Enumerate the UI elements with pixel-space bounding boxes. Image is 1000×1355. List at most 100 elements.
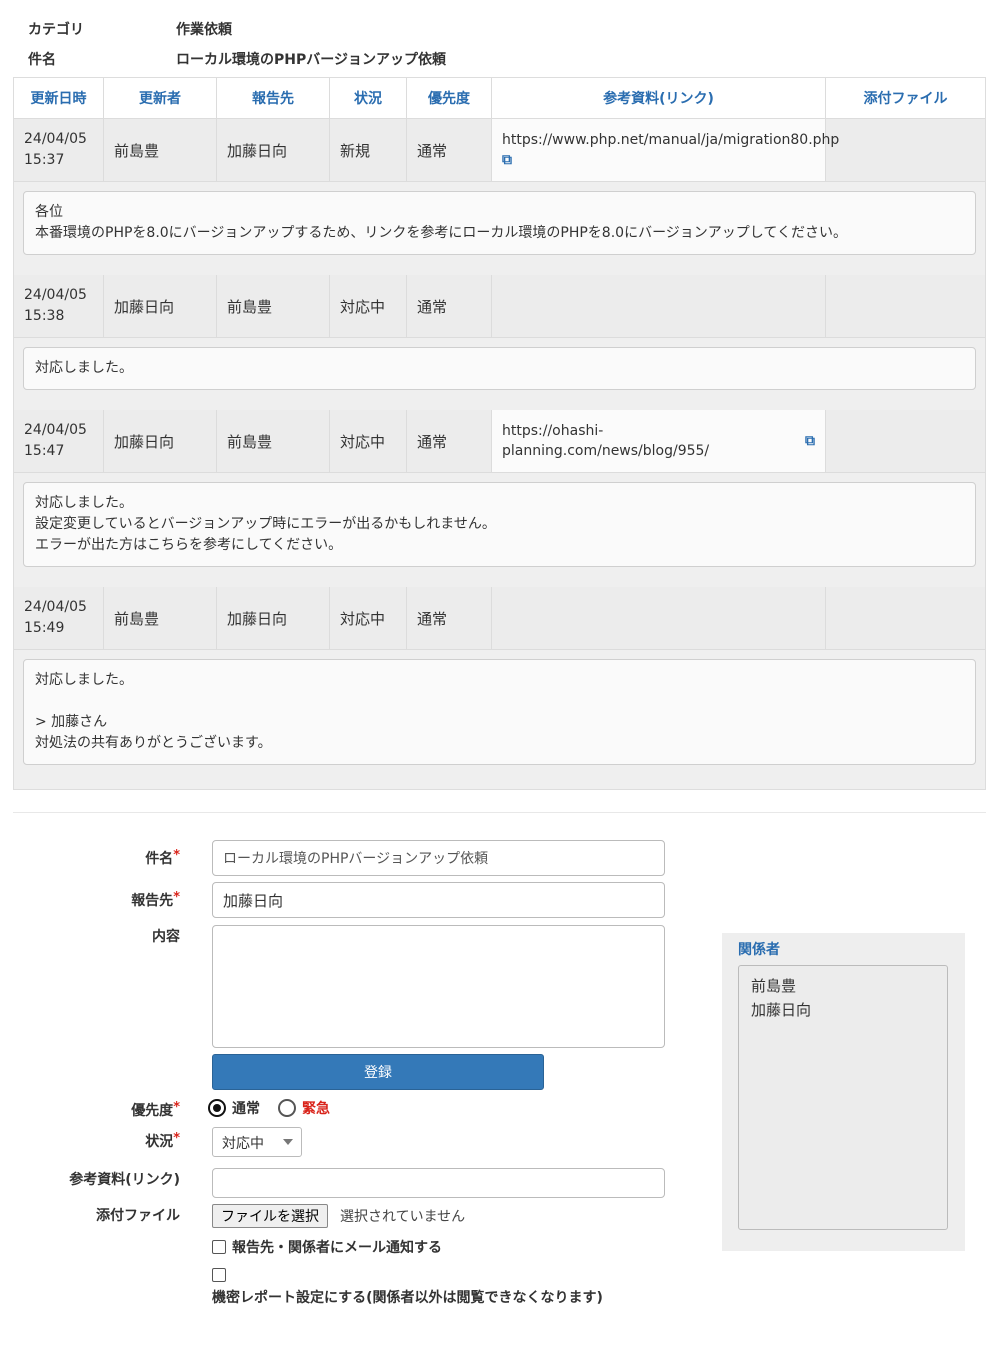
form-priority-label: 優先度* (0, 1100, 180, 1120)
entry-date: 24/04/05 (24, 599, 87, 615)
ticket-meta: カテゴリ 作業依頼 件名 ローカル環境のPHPバージョンアップ依頼 (28, 14, 446, 74)
entry-datetime: 24/04/05 15:37 (14, 119, 104, 181)
related-member: 加藤日向 (751, 1001, 812, 1019)
entry-reference-link: https://www.php.net/manual/ja/migration8… (492, 119, 839, 181)
notify-label[interactable]: 報告先・関係者にメール通知する (232, 1237, 442, 1257)
reference-link[interactable]: https://www.php.net/manual/ja/migration8… (502, 132, 839, 148)
entry-attachment (826, 410, 985, 472)
priority-normal-label[interactable]: 通常 (232, 1098, 260, 1118)
table-row: 24/04/05 15:47 加藤日向 前島豊 対応中 通常 https://o… (14, 410, 985, 473)
chevron-down-icon (283, 1139, 293, 1145)
entry-report-to: 加藤日向 (217, 119, 330, 181)
comment-wrapper: 対応しました。 (14, 338, 985, 410)
header-reference-link[interactable]: 参考資料(リンク) (492, 78, 826, 118)
notify-checkbox[interactable] (212, 1240, 226, 1254)
content-textarea[interactable] (212, 925, 665, 1048)
entry-updater: 加藤日向 (104, 275, 217, 337)
report-to-input[interactable] (212, 882, 665, 918)
entry-time: 15:49 (24, 620, 65, 636)
priority-urgent-label[interactable]: 緊急 (302, 1098, 330, 1118)
priority-normal-radio[interactable] (208, 1099, 226, 1117)
table-row: 24/04/05 15:37 前島豊 加藤日向 新規 通常 https://ww… (14, 119, 985, 182)
header-updated-at[interactable]: 更新日時 (14, 78, 104, 118)
entry-comment: 対応しました。 設定変更しているとバージョンアップ時にエラーが出るかもしれません… (23, 482, 976, 567)
entry-date: 24/04/05 (24, 131, 87, 147)
choose-file-button[interactable]: ファイルを選択 (212, 1204, 328, 1228)
form-status-label-text: 状況 (145, 1134, 174, 1150)
entry-status: 新規 (330, 119, 407, 181)
category-value: 作業依頼 (176, 22, 232, 38)
entry-priority: 通常 (407, 275, 492, 337)
comment-wrapper: 対応しました。 設定変更しているとバージョンアップ時にエラーが出るかもしれません… (14, 473, 985, 587)
category-label: カテゴリ (28, 22, 84, 38)
entry-comment: 対応しました。 (23, 347, 976, 390)
subject-input[interactable] (212, 840, 665, 876)
entry-attachment (826, 275, 985, 337)
header-updater[interactable]: 更新者 (104, 78, 217, 118)
table-row: 24/04/05 15:49 前島豊 加藤日向 対応中 通常 (14, 587, 985, 650)
entry-reference-link: https://ohashi-planning.com/news/blog/95… (492, 410, 826, 472)
entry-updater: 加藤日向 (104, 410, 217, 472)
status-selected-value: 対応中 (222, 1136, 264, 1152)
comment-wrapper: 各位 本番環境のPHPを8.0にバージョンアップするため、リンクを参考にローカル… (14, 182, 985, 275)
entry-datetime: 24/04/05 15:47 (14, 410, 104, 472)
required-mark: * (173, 1100, 180, 1115)
form-link-label: 参考資料(リンク) (69, 1172, 180, 1188)
entry-reference-link (492, 275, 826, 337)
related-people-panel: 関係者 前島豊 加藤日向 (722, 933, 965, 1251)
entry-status: 対応中 (330, 410, 407, 472)
reference-link[interactable]: https://ohashi-planning.com/news/blog/95… (502, 421, 801, 461)
entry-priority: 通常 (407, 119, 492, 181)
header-report-to[interactable]: 報告先 (217, 78, 330, 118)
entry-datetime: 24/04/05 15:38 (14, 275, 104, 337)
form-attachment-label: 添付ファイル (96, 1208, 180, 1224)
entry-time: 15:38 (24, 308, 65, 324)
form-priority-label-text: 優先度 (131, 1103, 174, 1119)
entry-status: 対応中 (330, 587, 407, 649)
reference-link-input[interactable] (212, 1168, 665, 1198)
priority-urgent-radio[interactable] (278, 1099, 296, 1117)
secret-report-label[interactable]: 機密レポート設定にする(関係者以外は閲覧できなくなります) (212, 1288, 612, 1309)
entry-report-to: 加藤日向 (217, 587, 330, 649)
header-attachment[interactable]: 添付ファイル (826, 78, 985, 118)
register-button[interactable]: 登録 (212, 1054, 544, 1090)
secret-report-checkbox[interactable] (212, 1268, 226, 1282)
entry-updater: 前島豊 (104, 119, 217, 181)
comment-wrapper: 対応しました。 > 加藤さん 対処法の共有ありがとうございます。 (14, 650, 985, 785)
form-subject-label-text: 件名 (145, 851, 174, 867)
entry-priority: 通常 (407, 587, 492, 649)
entry-date: 24/04/05 (24, 287, 87, 303)
form-status-label: 状況* (0, 1131, 180, 1151)
external-link-icon[interactable]: ⧉ (805, 431, 815, 451)
history-header: 更新日時 更新者 報告先 状況 優先度 参考資料(リンク) 添付ファイル (14, 78, 985, 119)
entry-attachment (826, 119, 985, 181)
header-status[interactable]: 状況 (330, 78, 407, 118)
entry-attachment (826, 587, 985, 649)
form-content-label: 内容 (152, 929, 180, 945)
related-title: 関係者 (738, 942, 780, 958)
form-report-to-label-text: 報告先 (131, 893, 174, 909)
status-select[interactable]: 対応中 (212, 1127, 302, 1157)
entry-comment: 対応しました。 > 加藤さん 対処法の共有ありがとうございます。 (23, 659, 976, 765)
history-table: 更新日時 更新者 報告先 状況 優先度 参考資料(リンク) 添付ファイル 24/… (13, 77, 986, 790)
section-divider (13, 812, 986, 813)
required-mark: * (173, 848, 180, 863)
external-link-icon[interactable]: ⧉ (502, 152, 512, 168)
form-report-to-label: 報告先* (0, 890, 180, 910)
related-member: 前島豊 (751, 977, 797, 995)
form-subject-label: 件名* (0, 848, 180, 868)
entry-time: 15:37 (24, 152, 65, 168)
required-mark: * (173, 890, 180, 905)
subject-label: 件名 (28, 52, 56, 68)
entry-time: 15:47 (24, 443, 65, 459)
entry-report-to: 前島豊 (217, 410, 330, 472)
related-people-list[interactable]: 前島豊 加藤日向 (738, 965, 948, 1230)
entry-priority: 通常 (407, 410, 492, 472)
table-row: 24/04/05 15:38 加藤日向 前島豊 対応中 通常 (14, 275, 985, 338)
header-priority[interactable]: 優先度 (407, 78, 492, 118)
entry-datetime: 24/04/05 15:49 (14, 587, 104, 649)
entry-reference-link (492, 587, 826, 649)
entry-comment: 各位 本番環境のPHPを8.0にバージョンアップするため、リンクを参考にローカル… (23, 191, 976, 255)
priority-radio-group: 通常 緊急 (208, 1098, 330, 1118)
file-status-text: 選択されていません (340, 1209, 466, 1225)
